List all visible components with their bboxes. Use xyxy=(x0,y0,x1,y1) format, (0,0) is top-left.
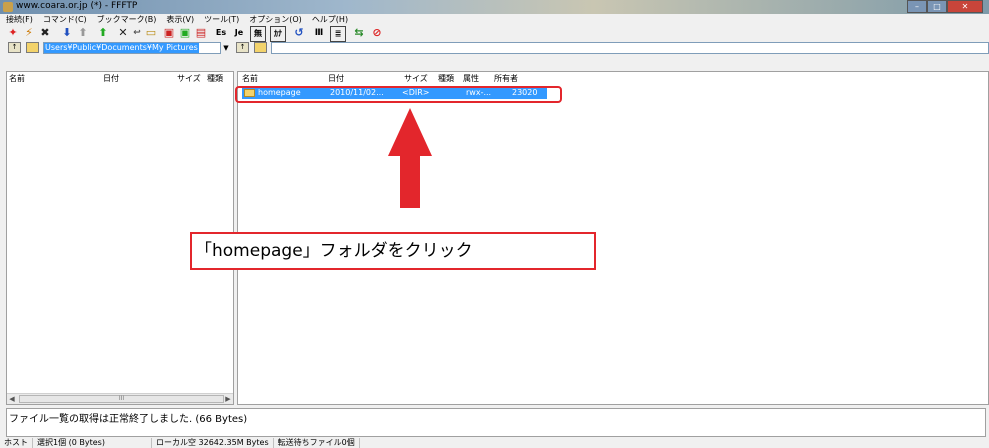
connect-icon[interactable]: ✦ xyxy=(6,26,20,40)
local-scroll-thumb[interactable]: III xyxy=(19,395,224,403)
kana-convert-icon[interactable]: ｶﾅ xyxy=(270,26,286,42)
local-path-field[interactable]: Users¥Public¥Documents¥My Pictures xyxy=(43,42,221,54)
remote-path-field[interactable] xyxy=(271,42,989,54)
local-open-folder-icon[interactable] xyxy=(26,42,39,53)
copy-icon[interactable]: ▣ xyxy=(178,26,192,40)
menu-options[interactable]: オプション(O) xyxy=(243,14,306,25)
disconnect-icon[interactable]: ⚡ xyxy=(22,26,36,40)
local-path-dropdown[interactable]: ▼ xyxy=(221,42,231,54)
window-title: www.coara.or.jp (*) - FFFTP xyxy=(16,1,138,11)
close-button[interactable]: ✕ xyxy=(947,0,983,13)
local-path-text: Users¥Public¥Documents¥My Pictures xyxy=(44,43,199,53)
download-icon[interactable]: ⬇ xyxy=(60,26,74,40)
quick-connect-icon[interactable]: ✖ xyxy=(38,26,52,40)
status-host: ホスト xyxy=(0,438,33,448)
local-col-size[interactable]: サイズ xyxy=(177,72,201,85)
local-col-name[interactable]: 名前 xyxy=(9,72,25,85)
window-controls: – □ ✕ xyxy=(907,0,983,13)
jis-icon[interactable]: Je xyxy=(232,26,246,40)
paste-icon[interactable]: ▤ xyxy=(194,26,208,40)
local-hscrollbar[interactable]: ◀ III ▶ xyxy=(7,393,233,404)
scroll-right-icon[interactable]: ▶ xyxy=(223,394,233,404)
remote-col-type[interactable]: 種類 xyxy=(438,72,454,85)
title-bar: www.coara.or.jp (*) - FFFTP – □ ✕ xyxy=(0,0,989,14)
remote-open-folder-icon[interactable] xyxy=(254,42,267,53)
path-bar: ↑ Users¥Public¥Documents¥My Pictures ▼ ↑ xyxy=(0,41,989,55)
remote-col-date[interactable]: 日付 xyxy=(328,72,344,85)
menu-bookmark[interactable]: ブックマーク(B) xyxy=(91,14,161,25)
menu-bar: 接続(F) コマンド(C) ブックマーク(B) 表示(V) ツール(T) オプシ… xyxy=(0,14,989,25)
refresh-icon[interactable]: ↺ xyxy=(292,26,306,40)
highlight-box xyxy=(235,86,562,103)
status-local-free: ローカル空 32642.35M Bytes xyxy=(152,438,274,448)
menu-tools[interactable]: ツール(T) xyxy=(198,14,243,25)
callout-box: 「homepage」フォルダをクリック xyxy=(190,232,596,270)
local-col-type[interactable]: 種類 xyxy=(207,72,223,85)
log-message: ファイル一覧の取得は正常終了しました. (66 Bytes) xyxy=(9,414,248,425)
detail-view-icon[interactable]: ≣ xyxy=(330,26,346,42)
log-area: ファイル一覧の取得は正常終了しました. (66 Bytes) xyxy=(6,408,986,437)
remote-col-attr[interactable]: 属性 xyxy=(463,72,479,85)
remote-up-folder-icon[interactable]: ↑ xyxy=(236,42,249,53)
stop-icon[interactable]: ⊘ xyxy=(370,26,384,40)
no-convert-icon[interactable]: 無 xyxy=(250,26,266,42)
menu-help[interactable]: ヘルプ(H) xyxy=(306,14,352,25)
sjis-icon[interactable]: Es xyxy=(214,26,228,40)
rename-icon[interactable]: ↩ xyxy=(130,26,144,40)
delete-icon[interactable]: ✕ xyxy=(116,26,130,40)
menu-connect[interactable]: 接続(F) xyxy=(0,14,37,25)
toolbar: ✦ ⚡ ✖ ⬇ ⬆ ⬆ ✕ ↩ ▭ ▣ ▣ ▤ Es Je 無 ｶﾅ ↺ Ⅲ ≣… xyxy=(0,25,989,42)
status-selection: 選択1個 (0 Bytes) xyxy=(33,438,152,448)
local-up-folder-icon[interactable]: ↑ xyxy=(8,42,21,53)
minimize-button[interactable]: – xyxy=(907,0,927,13)
remote-col-size[interactable]: サイズ xyxy=(404,72,428,85)
upload-icon[interactable]: ⬆ xyxy=(76,26,90,40)
mirror-upload-icon[interactable]: ⬆ xyxy=(96,26,110,40)
maximize-button[interactable]: □ xyxy=(927,0,947,13)
remote-col-name[interactable]: 名前 xyxy=(242,72,258,85)
menu-view[interactable]: 表示(V) xyxy=(160,14,198,25)
status-bar: ホスト 選択1個 (0 Bytes) ローカル空 32642.35M Bytes… xyxy=(0,438,989,448)
menu-command[interactable]: コマンド(C) xyxy=(37,14,91,25)
list-view-icon[interactable]: Ⅲ xyxy=(312,26,326,40)
remote-col-owner[interactable]: 所有者 xyxy=(494,72,518,85)
open-icon[interactable]: ▣ xyxy=(162,26,176,40)
red-arrow-icon xyxy=(388,108,432,208)
local-col-date[interactable]: 日付 xyxy=(103,72,119,85)
mkdir-icon[interactable]: ▭ xyxy=(144,26,158,40)
sync-icon[interactable]: ⇆ xyxy=(352,26,366,40)
app-icon xyxy=(3,2,13,12)
scroll-left-icon[interactable]: ◀ xyxy=(7,394,17,404)
status-queue: 転送待ちファイル0個 xyxy=(274,438,360,448)
